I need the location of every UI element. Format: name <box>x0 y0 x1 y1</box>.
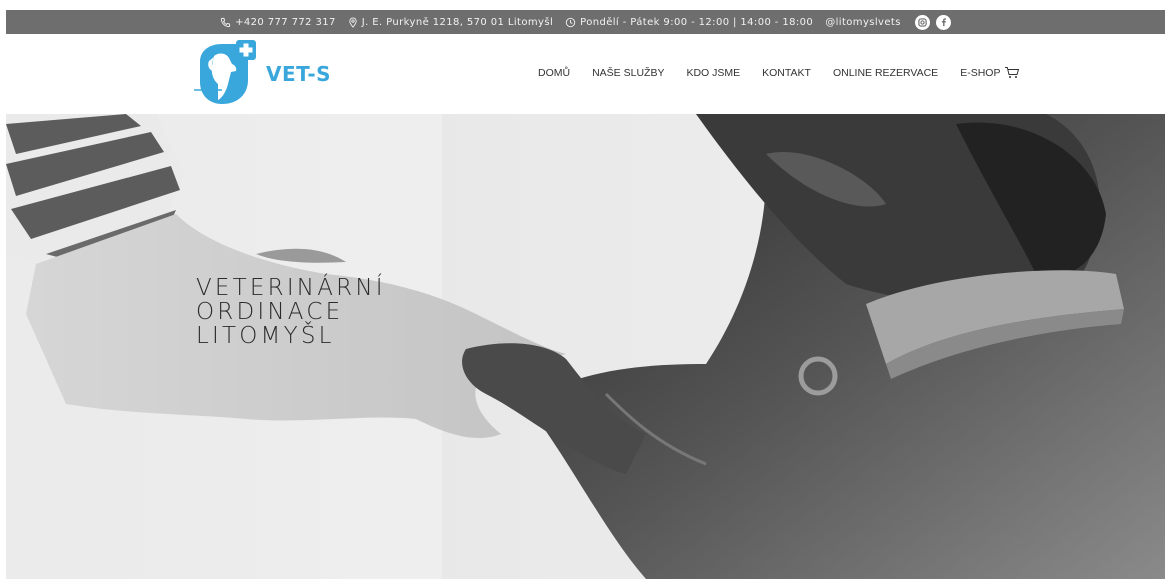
site-header: VET-S DOMŮ NAŠE SLUŽBY KDO JSME KONTAKT … <box>6 34 1165 114</box>
facebook-icon[interactable] <box>935 14 951 30</box>
cart-icon <box>1005 67 1020 78</box>
top-info-bar: +420 777 772 317 J. E. Purkyně 1218, 570… <box>6 10 1165 34</box>
phone-link[interactable]: +420 777 772 317 <box>220 17 336 28</box>
social-handle[interactable]: @litomyslvets <box>825 17 901 28</box>
nav-item-domu[interactable]: DOMŮ <box>538 67 570 79</box>
logo[interactable]: VET-S <box>192 40 331 108</box>
hero-banner: VETERINÁRNÍ ORDINACE LITOMYŠL <box>6 114 1165 579</box>
instagram-icon[interactable] <box>914 14 930 30</box>
nav-item-online-rezervace[interactable]: ONLINE REZERVACE <box>833 67 938 79</box>
social-links <box>914 14 951 30</box>
nav-item-kdo-jsme[interactable]: KDO JSME <box>686 67 740 79</box>
phone-number: +420 777 772 317 <box>235 16 336 28</box>
hero-title-line: ORDINACE <box>196 299 344 325</box>
address-text: J. E. Purkyně 1218, 570 01 Litomyšl <box>361 16 554 28</box>
nav-item-kontakt[interactable]: KONTAKT <box>762 67 811 79</box>
logo-mark-icon <box>194 40 256 104</box>
hero-title-line: LITOMYŠL <box>196 323 335 349</box>
address-link[interactable]: J. E. Purkyně 1218, 570 01 Litomyšl <box>348 17 553 28</box>
page: +420 777 772 317 J. E. Purkyně 1218, 570… <box>6 10 1165 579</box>
hero-title: VETERINÁRNÍ ORDINACE LITOMYŠL <box>196 276 386 348</box>
main-nav: DOMŮ NAŠE SLUŽBY KDO JSME KONTAKT ONLINE… <box>538 66 1020 79</box>
logo-text: VET-S <box>266 62 332 86</box>
location-pin-icon <box>349 17 357 28</box>
hero-photo <box>6 114 1165 579</box>
nav-item-e-shop-label: E-SHOP <box>960 66 1001 79</box>
nav-item-nase-sluzby[interactable]: NAŠE SLUŽBY <box>592 67 664 79</box>
clock-icon <box>565 17 576 27</box>
handle-text: @litomyslvets <box>825 16 901 28</box>
phone-icon <box>221 17 231 27</box>
nav-item-e-shop[interactable]: E-SHOP <box>960 66 1020 79</box>
opening-hours: Pondělí - Pátek 9:00 - 12:00 | 14:00 - 1… <box>565 17 813 28</box>
hours-text: Pondělí - Pátek 9:00 - 12:00 | 14:00 - 1… <box>580 16 814 28</box>
hero-title-line: VETERINÁRNÍ <box>196 275 386 301</box>
